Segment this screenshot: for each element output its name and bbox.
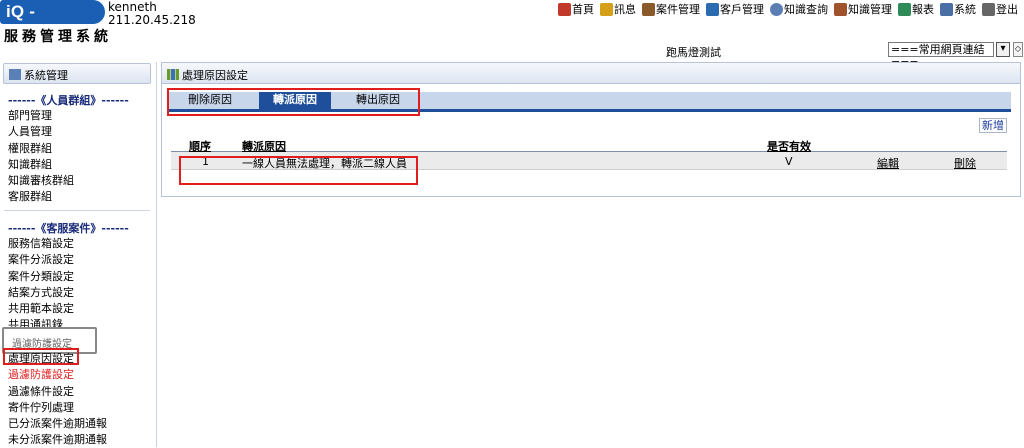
sidebar-item-case-category[interactable]: 案件分類設定 — [8, 268, 74, 284]
nav-system[interactable]: 系統 — [940, 1, 976, 17]
user-ip: 211.20.45.218 — [108, 13, 196, 27]
main-panel: 處理原因設定 刪除原因 轉派原因 轉出原因 新增 順序 轉派原因 是否有效 1 … — [161, 62, 1021, 197]
quicklinks-select[interactable]: ===常用網頁連結=== — [888, 42, 994, 69]
nav-label: 客戶管理 — [720, 3, 764, 16]
edit-link[interactable]: 編輯 — [877, 155, 899, 171]
sidebar-item-filter-protection[interactable]: 過濾防護設定 — [8, 366, 107, 382]
nav-customer-management[interactable]: 客戶管理 — [706, 1, 764, 17]
sidebar-item-permission-groups[interactable]: 權限群組 — [8, 140, 74, 156]
nav-knowledge-search[interactable]: 知識查詢 — [770, 1, 828, 17]
user-info: kenneth 211.20.45.218 — [108, 1, 196, 27]
mail-icon — [600, 2, 613, 16]
group-title-personnel: ------《人員群組》------ — [8, 94, 129, 107]
sidebar-divider — [4, 210, 150, 211]
sidebar-item-undispatched-overdue[interactable]: 未分派案件逾期通報 — [8, 431, 107, 447]
system-icon — [940, 2, 953, 16]
nav-label: 首頁 — [572, 3, 594, 16]
settings-icon — [167, 69, 179, 80]
sidebar-list-cases: 服務信箱設定 案件分派設定 案件分類設定 結案方式設定 共用範本設定 共用通訊錄 — [8, 235, 74, 333]
sidebar-title: 系統管理 — [24, 69, 68, 82]
highlight-box — [167, 88, 420, 116]
app-header: iQ - Support kenneth 211.20.45.218 服務管理系… — [0, 0, 1024, 69]
sidebar-item-knowledge-review-groups[interactable]: 知識審核群組 — [8, 172, 74, 188]
sidebar-item-case-dispatch[interactable]: 案件分派設定 — [8, 251, 74, 267]
home-icon — [558, 2, 571, 16]
nav-case-management[interactable]: 案件管理 — [642, 1, 700, 17]
panel-header: 處理原因設定 — [162, 63, 1020, 84]
knowledge-icon — [834, 2, 847, 16]
page-title: 處理原因設定 — [182, 69, 248, 82]
nav-label: 知識查詢 — [784, 3, 828, 16]
nav-label: 案件管理 — [656, 3, 700, 16]
group-title-cases: ------《客服案件》------ — [8, 222, 129, 235]
marquee-text: 跑馬燈測試 — [666, 46, 721, 59]
search-icon — [770, 2, 783, 16]
sidebar-item-filter-conditions[interactable]: 過濾條件設定 — [8, 383, 107, 399]
row-valid: V — [785, 155, 793, 168]
sidebar-item-service-mailbox[interactable]: 服務信箱設定 — [8, 235, 74, 251]
sidebar: 系統管理 ------《人員群組》------ 部門管理 人員管理 權限群組 知… — [0, 62, 157, 447]
nav-label: 登出 — [996, 3, 1018, 16]
case-icon — [642, 2, 655, 16]
nav-reports[interactable]: 報表 — [898, 1, 934, 17]
report-icon — [898, 2, 911, 16]
sidebar-item-departments[interactable]: 部門管理 — [8, 107, 74, 123]
nav-label: 訊息 — [614, 3, 636, 16]
sidebar-header: 系統管理 — [3, 63, 151, 84]
nav-home[interactable]: 首頁 — [558, 1, 594, 17]
delete-link[interactable]: 刪除 — [954, 155, 976, 171]
highlight-box — [179, 156, 418, 185]
chevron-down-icon[interactable]: ▾ — [996, 42, 1010, 57]
sidebar-item-knowledge-groups[interactable]: 知識群組 — [8, 156, 74, 172]
sidebar-list-personnel: 部門管理 人員管理 權限群組 知識群組 知識審核群組 客服群組 — [8, 107, 74, 205]
customer-icon — [706, 2, 719, 16]
top-nav: 首頁 訊息 案件管理 客戶管理 知識查詢 知識管理 報表 系統 登出 — [558, 1, 1024, 17]
go-icon[interactable]: ◇ — [1013, 42, 1023, 57]
highlight-box — [3, 348, 79, 365]
add-button[interactable]: 新增 — [979, 118, 1007, 133]
sidebar-item-staff[interactable]: 人員管理 — [8, 123, 74, 139]
app-logo: iQ - Support — [0, 0, 105, 41]
logout-icon — [982, 2, 995, 16]
nav-logout[interactable]: 登出 — [982, 1, 1018, 17]
nav-knowledge-management[interactable]: 知識管理 — [834, 1, 892, 17]
system-title: 服務管理系統 — [4, 29, 112, 45]
sidebar-item-send-queue[interactable]: 寄件佇列處理 — [8, 399, 107, 415]
sidebar-item-shared-templates[interactable]: 共用範本設定 — [8, 300, 74, 316]
system-icon — [9, 69, 21, 80]
nav-label: 報表 — [912, 3, 934, 16]
sidebar-item-service-groups[interactable]: 客服群組 — [8, 188, 74, 204]
nav-label: 知識管理 — [848, 3, 892, 16]
nav-label: 系統 — [954, 3, 976, 16]
table-header: 順序 轉派原因 是否有效 — [171, 137, 1007, 153]
sidebar-item-dispatched-overdue[interactable]: 已分派案件逾期通報 — [8, 415, 107, 431]
nav-messages[interactable]: 訊息 — [600, 1, 636, 17]
sidebar-item-closing-method[interactable]: 結案方式設定 — [8, 284, 74, 300]
